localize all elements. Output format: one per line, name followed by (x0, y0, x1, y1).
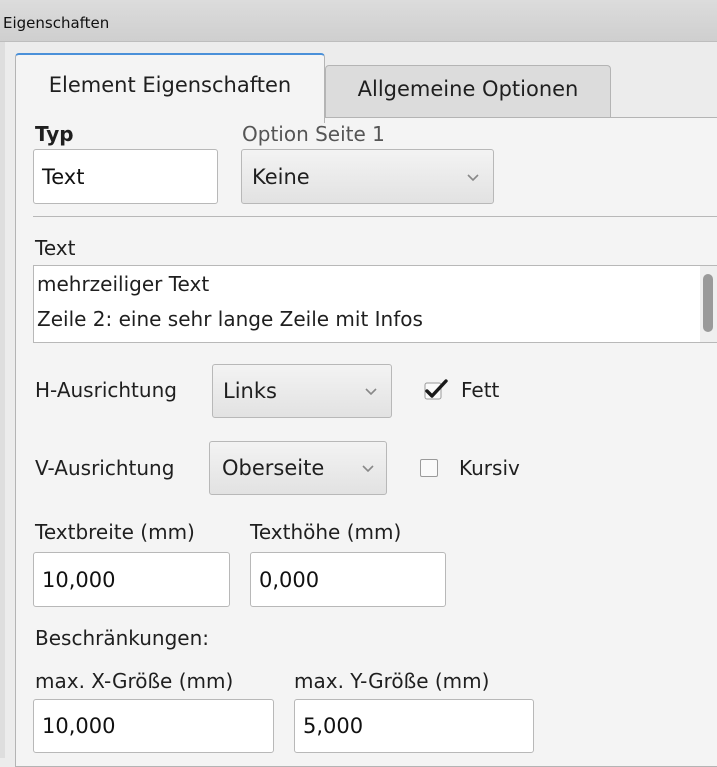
typ-label: Typ (35, 122, 74, 146)
max-y-label: max. Y-Größe (mm) (294, 669, 490, 693)
textbreite-field[interactable]: 10,000 (33, 552, 230, 607)
text-label: Text (35, 236, 76, 260)
option-select-value: Keine (252, 164, 310, 189)
tab-label: Allgemeine Optionen (357, 77, 579, 101)
text-line-1: mehrzeiliger Text (37, 272, 210, 296)
tab-allgemeine-optionen[interactable]: Allgemeine Optionen (325, 65, 611, 118)
kursiv-checkbox[interactable] (420, 459, 438, 477)
max-x-label: max. X-Größe (mm) (35, 669, 234, 693)
text-scrollbar[interactable] (700, 266, 717, 342)
kursiv-label: Kursiv (459, 456, 520, 480)
h-ausrichtung-label: H-Ausrichtung (35, 378, 177, 402)
chevron-down-icon (362, 465, 374, 473)
text-area[interactable]: mehrzeiliger Text Zeile 2: eine sehr lan… (33, 265, 717, 343)
text-line-2: Zeile 2: eine sehr lange Zeile mit Infos (37, 307, 423, 331)
fett-label: Fett (461, 378, 500, 402)
texthoehe-field[interactable]: 0,000 (250, 552, 446, 607)
textbreite-label: Textbreite (mm) (35, 520, 195, 544)
beschraenkungen-label: Beschränkungen: (35, 626, 210, 650)
chevron-down-icon (365, 388, 377, 396)
max-x-field[interactable]: 10,000 (33, 699, 274, 753)
option-label: Option Seite 1 (242, 122, 385, 146)
window-title: Eigenschaften (3, 14, 110, 32)
h-ausrichtung-select[interactable]: Links (212, 364, 392, 418)
chevron-down-icon (467, 173, 479, 181)
fett-checkbox[interactable] (424, 379, 450, 401)
window-titlebar: Eigenschaften (0, 0, 717, 42)
texthoehe-label: Texthöhe (mm) (250, 520, 402, 544)
tab-label: Element Eigenschaften (48, 73, 292, 97)
h-ausrichtung-value: Links (223, 379, 277, 403)
max-y-field[interactable]: 5,000 (294, 699, 534, 753)
option-select[interactable]: Keine (241, 149, 494, 204)
v-ausrichtung-select[interactable]: Oberseite (209, 441, 387, 495)
typ-field[interactable]: Text (33, 149, 218, 204)
left-edge (0, 42, 5, 758)
scrollbar-thumb[interactable] (703, 274, 713, 332)
separator (33, 216, 717, 217)
v-ausrichtung-value: Oberseite (222, 456, 325, 480)
v-ausrichtung-label: V-Ausrichtung (35, 456, 175, 480)
tab-element-eigenschaften[interactable]: Element Eigenschaften (15, 53, 325, 123)
